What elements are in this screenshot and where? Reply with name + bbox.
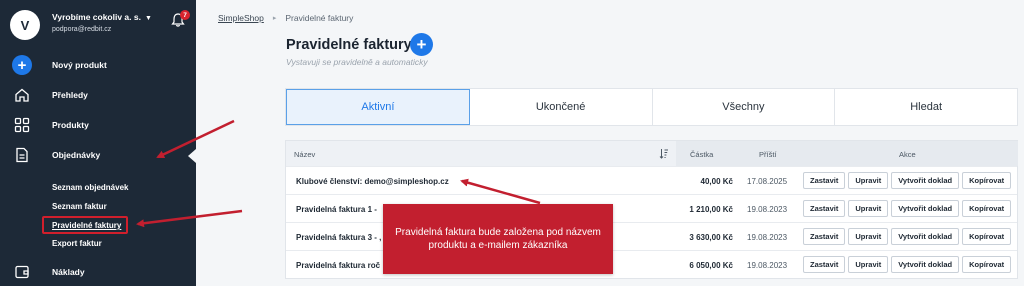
sidebar-item-overview[interactable]: Přehledy xyxy=(0,80,196,110)
breadcrumb: SimpleShop ▸ Pravidelné faktury xyxy=(218,13,353,23)
sidebar-subitem-invoices-list[interactable]: Seznam faktur xyxy=(52,202,107,211)
sidebar-item-costs[interactable]: Náklady xyxy=(0,257,196,286)
stop-button[interactable]: Zastavit xyxy=(803,172,846,189)
plus-circle-icon: + xyxy=(12,55,32,75)
column-header-next: Příští xyxy=(759,150,777,159)
annotation-text: Pravidelná faktura bude založena pod náz… xyxy=(395,226,601,252)
notification-badge: 7 xyxy=(180,10,190,20)
row-name[interactable]: Pravidelná faktura 1 - xyxy=(296,205,377,214)
home-icon xyxy=(12,85,32,105)
wallet-icon xyxy=(12,262,32,282)
create-document-button[interactable]: Vytvořit doklad xyxy=(891,256,960,273)
page-subtitle: Vystavuji se pravidelně a automaticky xyxy=(286,57,428,67)
copy-button[interactable]: Kopírovat xyxy=(962,200,1012,217)
sidebar-item-new-product[interactable]: + Nový produkt xyxy=(0,50,196,80)
grid-icon xyxy=(12,115,32,135)
annotation-callout: Pravidelná faktura bude založena pod náz… xyxy=(383,204,613,274)
tab-finished[interactable]: Ukončené xyxy=(470,89,653,125)
copy-button[interactable]: Kopírovat xyxy=(962,256,1012,273)
column-header-actions: Akce xyxy=(899,150,916,159)
sidebar-item-label: Nový produkt xyxy=(52,60,107,70)
add-recurring-invoice-button[interactable]: + xyxy=(410,33,433,56)
active-indicator xyxy=(188,149,196,163)
breadcrumb-current: Pravidelné faktury xyxy=(285,13,354,23)
sidebar-subitem-export-invoices[interactable]: Export faktur xyxy=(52,239,102,248)
account-email: podpora@redbit.cz xyxy=(52,26,112,33)
row-name[interactable]: Pravidelná faktura roč xyxy=(296,261,380,270)
row-date: 19.08.2023 xyxy=(747,261,788,270)
row-date: 19.08.2023 xyxy=(747,205,788,214)
page-title: Pravidelné faktury xyxy=(286,37,412,53)
tab-bar: Aktivní Ukončené Všechny Hledat xyxy=(285,88,1018,126)
sidebar-item-orders[interactable]: Objednávky xyxy=(0,140,196,170)
create-document-button[interactable]: Vytvořit doklad xyxy=(891,228,960,245)
table-row: Klubové členství: demo@simpleshop.cz 40,… xyxy=(286,166,1017,194)
stop-button[interactable]: Zastavit xyxy=(803,256,846,273)
breadcrumb-root[interactable]: SimpleShop xyxy=(218,13,264,23)
company-label: Vyrobíme cokoliv a. s. xyxy=(52,12,141,22)
stop-button[interactable]: Zastavit xyxy=(803,228,846,245)
plus-icon: + xyxy=(416,34,427,54)
row-amount: 3 630,00 Kč xyxy=(689,233,733,242)
avatar[interactable]: V xyxy=(10,10,40,40)
create-document-button[interactable]: Vytvořit doklad xyxy=(891,200,960,217)
chevron-down-icon[interactable]: ▼ xyxy=(145,15,152,22)
tab-search[interactable]: Hledat xyxy=(835,89,1017,125)
create-document-button[interactable]: Vytvořit doklad xyxy=(891,172,960,189)
column-header-name[interactable]: Název xyxy=(294,150,315,159)
column-header-amount: Částka xyxy=(690,150,714,159)
row-name[interactable]: Klubové členství: demo@simpleshop.cz xyxy=(296,177,449,186)
row-amount: 1 210,00 Kč xyxy=(689,205,733,214)
account-switcher[interactable]: V Vyrobíme cokoliv a. s. ▼ podpora@redbit… xyxy=(8,8,188,40)
highlight-box xyxy=(42,216,128,234)
sidebar-item-products[interactable]: Produkty xyxy=(0,110,196,140)
document-icon xyxy=(12,145,32,165)
copy-button[interactable]: Kopírovat xyxy=(962,228,1012,245)
chevron-right-icon: ▸ xyxy=(272,15,277,22)
stop-button[interactable]: Zastavit xyxy=(803,200,846,217)
sidebar: V Vyrobíme cokoliv a. s. ▼ podpora@redbit… xyxy=(0,0,196,286)
sidebar-item-label: Objednávky xyxy=(52,150,101,160)
edit-button[interactable]: Upravit xyxy=(848,228,889,245)
row-amount: 6 050,00 Kč xyxy=(689,261,733,270)
row-date: 17.08.2025 xyxy=(747,177,788,186)
sidebar-item-label: Produkty xyxy=(52,120,89,130)
row-name[interactable]: Pravidelná faktura 3 - , xyxy=(296,233,381,242)
table-header: Název Částka Příští Akce xyxy=(286,141,1018,166)
sidebar-subitem-orders-list[interactable]: Seznam objednávek xyxy=(52,183,128,192)
sidebar-item-label: Přehledy xyxy=(52,90,88,100)
edit-button[interactable]: Upravit xyxy=(848,200,889,217)
edit-button[interactable]: Upravit xyxy=(848,256,889,273)
copy-button[interactable]: Kopírovat xyxy=(962,172,1012,189)
tab-all[interactable]: Všechny xyxy=(653,89,836,125)
row-amount: 40,00 Kč xyxy=(700,177,733,186)
tab-active[interactable]: Aktivní xyxy=(286,89,470,125)
row-date: 19.08.2023 xyxy=(747,233,788,242)
edit-button[interactable]: Upravit xyxy=(848,172,889,189)
sort-icon[interactable] xyxy=(659,148,669,159)
sidebar-item-label: Náklady xyxy=(52,267,85,277)
company-name[interactable]: Vyrobíme cokoliv a. s. ▼ xyxy=(52,12,152,22)
